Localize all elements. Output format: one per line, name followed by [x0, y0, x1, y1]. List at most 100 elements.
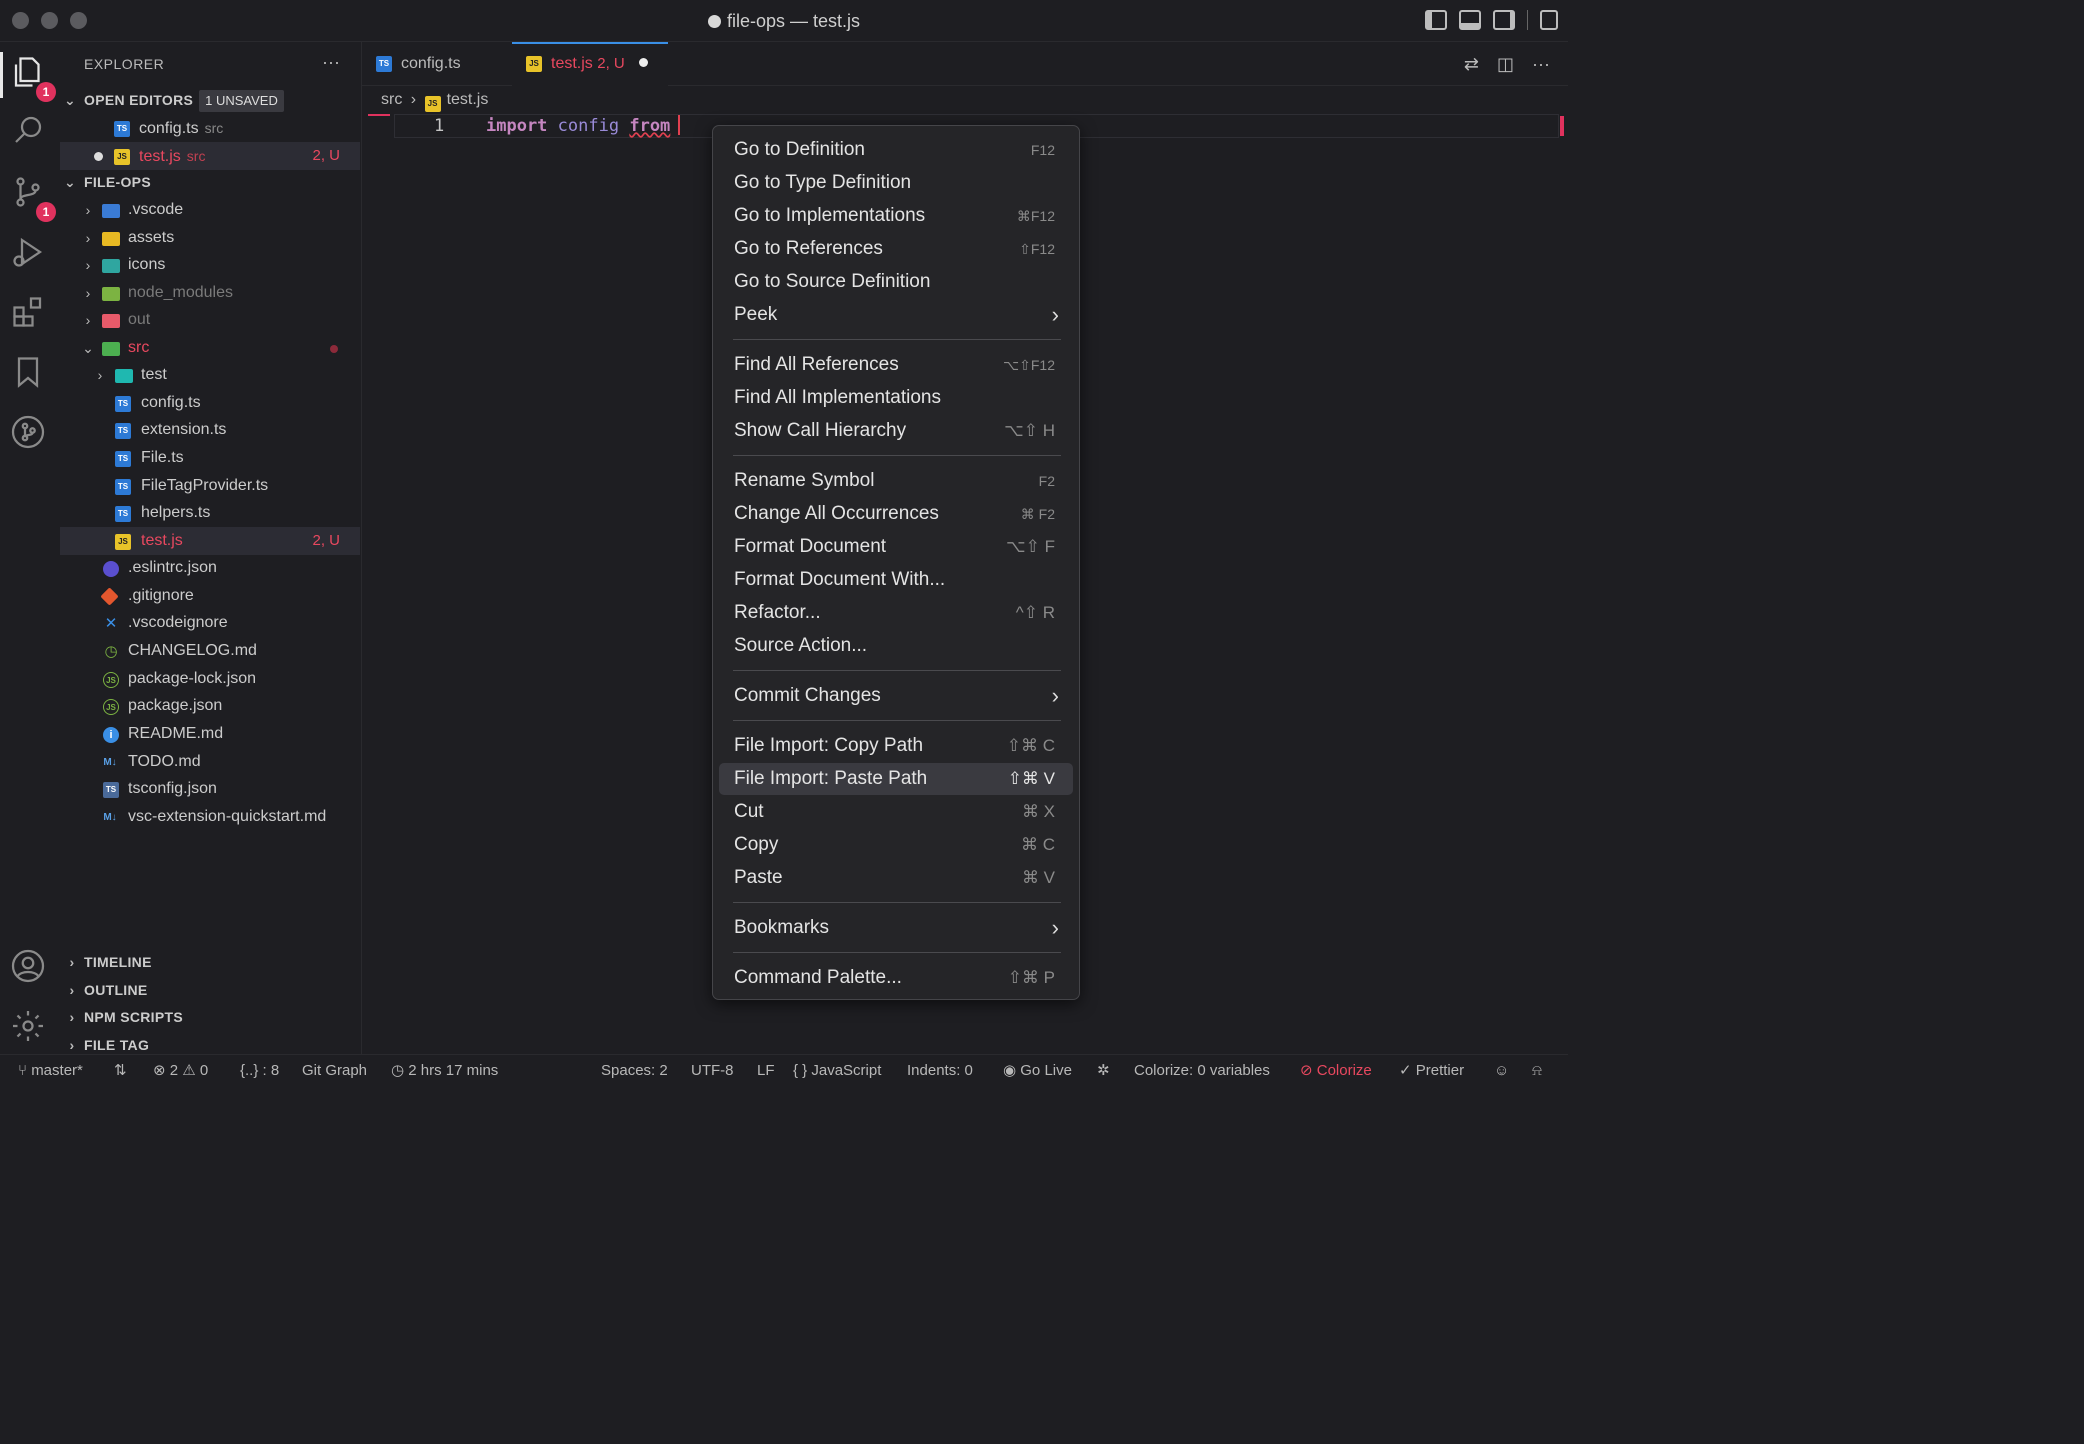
customize-layout-icon[interactable]: [1540, 10, 1558, 30]
language-status[interactable]: { } JavaScript: [793, 1055, 881, 1087]
menu-item-bookmarks[interactable]: Bookmarks ›: [719, 912, 1073, 944]
menu-item-command-palette[interactable]: Command Palette... ⇧⌘ P: [719, 962, 1073, 994]
menu-item-file-import-paste-path[interactable]: File Import: Paste Path ⇧⌘ V: [719, 763, 1073, 795]
tree-folder-vscode[interactable]: › .vscode: [60, 196, 360, 224]
explorer-more-actions-icon[interactable]: ···: [322, 52, 340, 73]
menu-item-peek[interactable]: Peek ›: [719, 299, 1073, 331]
more-actions-icon[interactable]: ···: [1532, 54, 1550, 75]
extension-sparkle-icon[interactable]: ✲: [1097, 1055, 1110, 1087]
markdown-file-icon: M↓: [103, 757, 117, 768]
chevron-right-icon: ›: [97, 367, 103, 383]
menu-item-format-document[interactable]: Format Document ⌥⇧ F: [719, 531, 1073, 563]
tree-file-changelog[interactable]: ◷ CHANGELOG.md: [60, 637, 360, 665]
outline-section[interactable]: › OUTLINE: [60, 976, 360, 1004]
colorize-variables-status[interactable]: Colorize: 0 variables: [1134, 1055, 1270, 1087]
tree-file-gitignore[interactable]: .gitignore: [60, 582, 360, 610]
tree-folder-assets[interactable]: › assets: [60, 224, 360, 252]
branch-status[interactable]: ⑂ master*: [18, 1055, 83, 1087]
tree-folder-node-modules[interactable]: › node_modules: [60, 279, 360, 307]
source-control-icon[interactable]: 1: [10, 174, 56, 222]
code-line[interactable]: import config from: [486, 114, 681, 138]
colorize-status[interactable]: ⊘ Colorize: [1300, 1055, 1372, 1087]
tree-file-readme[interactable]: i README.md: [60, 720, 360, 748]
eol-status[interactable]: LF: [757, 1055, 775, 1087]
tab-config-ts[interactable]: TS config.ts: [362, 42, 510, 86]
sync-icon[interactable]: ⇅: [114, 1055, 127, 1087]
tree-file-tsconfig[interactable]: TS tsconfig.json: [60, 775, 360, 803]
menu-item-file-import-copy-path[interactable]: File Import: Copy Path ⇧⌘ C: [719, 730, 1073, 762]
git-graph-status[interactable]: Git Graph: [302, 1055, 367, 1087]
tab-test-js[interactable]: JS test.js 2, U: [512, 42, 668, 86]
tree-file-quickstart[interactable]: M↓ vsc-extension-quickstart.md: [60, 803, 360, 831]
menu-item-go-to-references[interactable]: Go to References ⇧F12: [719, 233, 1073, 265]
menu-item-copy[interactable]: Copy ⌘ C: [719, 829, 1073, 861]
menu-item-go-to-source-definition[interactable]: Go to Source Definition: [719, 266, 1073, 298]
tree-file-eslintrc[interactable]: .eslintrc.json: [60, 554, 360, 582]
menu-item-show-call-hierarchy[interactable]: Show Call Hierarchy ⌥⇧ H: [719, 415, 1073, 447]
go-live-status[interactable]: ◉ Go Live: [1003, 1055, 1072, 1087]
tree-file-todo[interactable]: M↓ TODO.md: [60, 748, 360, 776]
time-tracker-status[interactable]: ◷ 2 hrs 17 mins: [391, 1055, 498, 1087]
menu-item-go-to-type-definition[interactable]: Go to Type Definition: [719, 167, 1073, 199]
indents-status[interactable]: Indents: 0: [907, 1055, 973, 1087]
file-ops-section[interactable]: ⌄ FILE-OPS: [60, 168, 360, 196]
tree-file-package[interactable]: JS package.json: [60, 692, 360, 720]
spaces-status[interactable]: Spaces: 2: [601, 1055, 668, 1087]
menu-item-format-document-with[interactable]: Format Document With...: [719, 564, 1073, 596]
breadcrumb-file[interactable]: test.js: [447, 91, 489, 108]
notifications-bell-icon[interactable]: ⍾: [1532, 1055, 1542, 1087]
tree-file-filetagprovider[interactable]: TS FileTagProvider.ts: [60, 472, 360, 500]
tree-file-test-js[interactable]: JS test.js 2, U: [60, 527, 360, 555]
editor-actions: ⇄ ◫ ···: [1464, 54, 1550, 75]
chevron-down-icon: ⌄: [63, 92, 77, 108]
breadcrumb-folder[interactable]: src: [381, 91, 402, 108]
tree-folder-src[interactable]: ⌄ src: [60, 334, 360, 362]
manage-gear-icon[interactable]: [10, 1008, 50, 1048]
timeline-section[interactable]: › TIMELINE: [60, 948, 360, 976]
tree-file-helpers[interactable]: TS helpers.ts: [60, 499, 360, 527]
menu-item-source-action[interactable]: Source Action...: [719, 630, 1073, 662]
npm-scripts-section[interactable]: › NPM SCRIPTS: [60, 1003, 360, 1031]
feedback-icon[interactable]: ☺: [1494, 1055, 1509, 1087]
tree-file-file[interactable]: TS File.ts: [60, 444, 360, 472]
encoding-status[interactable]: UTF-8: [691, 1055, 734, 1087]
broadcast-icon: ◉: [1003, 1062, 1017, 1079]
unsaved-dot-icon[interactable]: [638, 58, 648, 67]
run-debug-icon[interactable]: [10, 234, 50, 274]
compare-changes-icon[interactable]: ⇄: [1464, 54, 1479, 75]
bookmarks-icon[interactable]: [10, 354, 50, 394]
accounts-icon[interactable]: [10, 948, 50, 988]
menu-item-cut[interactable]: Cut ⌘ X: [719, 796, 1073, 828]
search-icon[interactable]: [10, 112, 50, 152]
menu-item-refactor[interactable]: Refactor... ^⇧ R: [719, 597, 1073, 629]
git-graph-icon[interactable]: [10, 414, 50, 454]
menu-item-change-all-occurrences[interactable]: Change All Occurrences ⌘ F2: [719, 498, 1073, 530]
menu-item-find-all-implementations[interactable]: Find All Implementations: [719, 382, 1073, 414]
icons-folder-icon: [102, 259, 120, 273]
menu-item-paste[interactable]: Paste ⌘ V: [719, 862, 1073, 894]
open-editor-item-active[interactable]: JS test.js src 2, U: [60, 142, 360, 170]
menu-item-rename-symbol[interactable]: Rename Symbol F2: [719, 465, 1073, 497]
tree-file-config[interactable]: TS config.ts: [60, 389, 360, 417]
tree-folder-out[interactable]: › out: [60, 306, 360, 334]
menu-item-find-all-references[interactable]: Find All References ⌥⇧F12: [719, 349, 1073, 381]
prettier-status[interactable]: ✓ Prettier: [1399, 1055, 1464, 1087]
tree-folder-icons[interactable]: › icons: [60, 251, 360, 279]
toggle-panel-icon[interactable]: [1459, 10, 1481, 30]
menu-item-go-to-implementations[interactable]: Go to Implementations ⌘F12: [719, 200, 1073, 232]
tree-file-vscodeignore[interactable]: ✕ .vscodeignore: [60, 609, 360, 637]
split-editor-icon[interactable]: ◫: [1497, 54, 1514, 75]
explorer-icon[interactable]: 1: [10, 54, 56, 102]
tree-file-package-lock[interactable]: JS package-lock.json: [60, 665, 360, 693]
toggle-primary-sidebar-icon[interactable]: [1425, 10, 1447, 30]
menu-item-commit-changes[interactable]: Commit Changes ›: [719, 680, 1073, 712]
braces-status[interactable]: {..} : 8: [240, 1055, 279, 1087]
extensions-icon[interactable]: [10, 294, 50, 334]
toggle-secondary-sidebar-icon[interactable]: [1493, 10, 1515, 30]
problems-status[interactable]: ⊗ 2 ⚠ 0: [153, 1055, 208, 1087]
tree-folder-test[interactable]: › test: [60, 361, 360, 389]
open-editors-section[interactable]: ⌄ OPEN EDITORS 1 UNSAVED: [60, 86, 360, 114]
open-editor-item[interactable]: TS config.ts src: [60, 114, 360, 142]
menu-item-go-to-definition[interactable]: Go to Definition F12: [719, 134, 1073, 166]
tree-file-extension[interactable]: TS extension.ts: [60, 416, 360, 444]
